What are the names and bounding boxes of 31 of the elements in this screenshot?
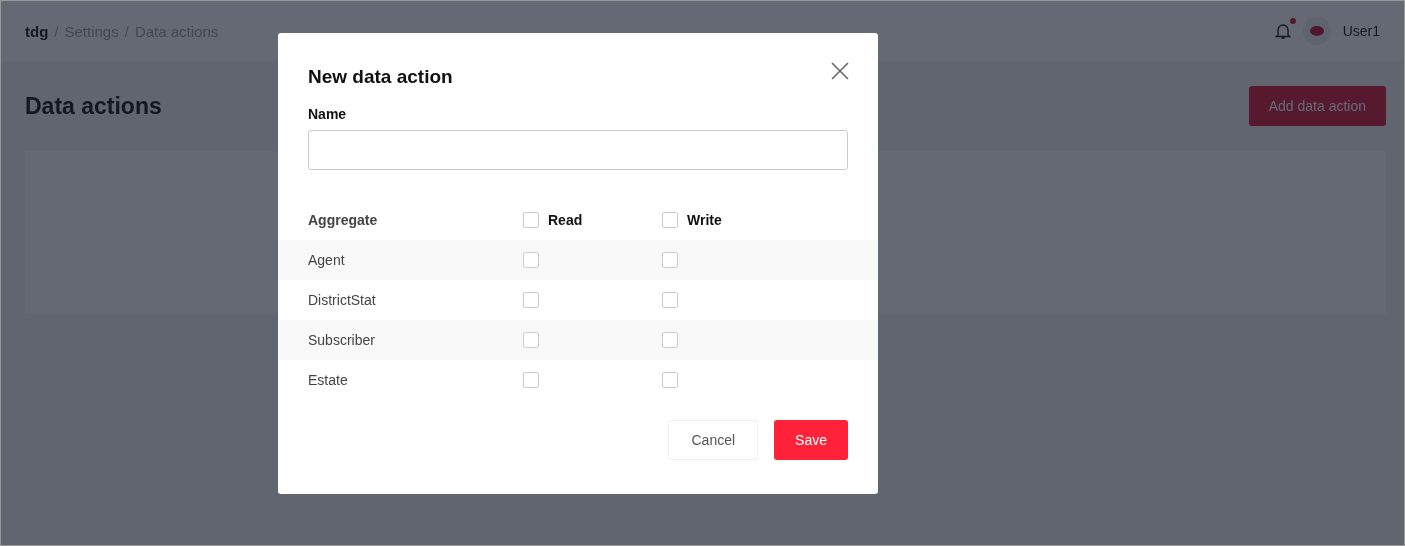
add-data-action-button[interactable]: Add data action: [1248, 86, 1386, 126]
notification-bell-icon[interactable]: [1274, 22, 1291, 40]
page-title: Data actions: [25, 92, 162, 120]
checkbox[interactable]: [662, 212, 678, 228]
checkbox[interactable]: [523, 332, 539, 348]
checkbox[interactable]: [523, 252, 539, 268]
save-button[interactable]: Save: [774, 420, 848, 460]
aggregate-name: Subscriber: [308, 332, 375, 348]
checkbox[interactable]: [662, 292, 678, 308]
aggregate-name: Estate: [308, 372, 348, 388]
dialog-title: New data action: [308, 66, 453, 89]
checkbox[interactable]: [523, 292, 539, 308]
checkbox[interactable]: [662, 332, 678, 348]
aggregate-name: DistrictStat: [308, 292, 376, 308]
checkbox[interactable]: [662, 252, 678, 268]
aggregate-name: Agent: [308, 252, 345, 268]
breadcrumb-link[interactable]: tdg: [25, 22, 49, 40]
breadcrumb-separator: /: [124, 22, 129, 40]
checkbox[interactable]: [523, 372, 539, 388]
column-header: Write: [687, 212, 722, 228]
close-icon[interactable]: [831, 62, 849, 80]
avatar-icon[interactable]: [1302, 17, 1331, 45]
column-header: Aggregate: [308, 212, 378, 228]
name-input-field[interactable]: [308, 130, 848, 170]
cancel-button[interactable]: Cancel: [668, 420, 759, 460]
breadcrumb-separator: /: [54, 22, 59, 40]
user-name[interactable]: User1: [1342, 23, 1380, 39]
checkbox[interactable]: [662, 372, 678, 388]
field-label: Name: [308, 106, 348, 122]
checkbox[interactable]: [523, 212, 539, 228]
column-header: Read: [548, 212, 583, 228]
